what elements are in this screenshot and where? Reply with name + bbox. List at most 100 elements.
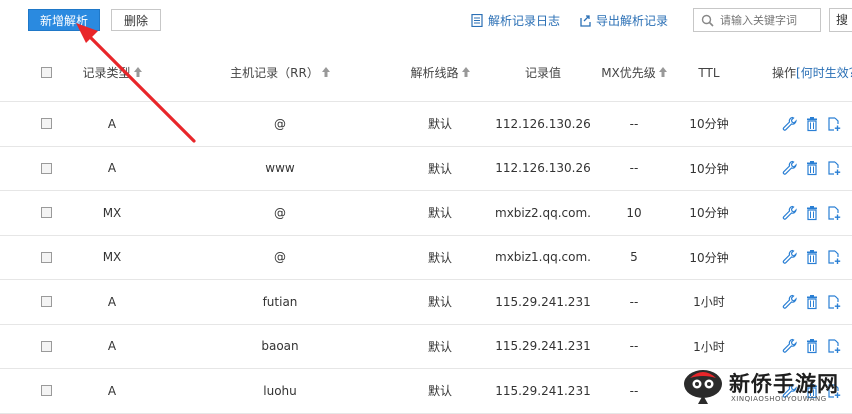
copy-add-icon[interactable] — [826, 116, 842, 132]
cell-resolve-line: 默认 — [427, 117, 452, 132]
header-record-type[interactable]: 记录类型 — [72, 44, 152, 101]
row-checkbox-cell — [30, 191, 62, 235]
wrench-icon[interactable] — [782, 249, 798, 265]
cell-operations — [766, 191, 852, 235]
copy-add-icon[interactable] — [826, 294, 842, 310]
cell-record-value: mxbiz1.qq.com. — [495, 250, 591, 265]
header-resolve-line[interactable]: 解析线路 — [395, 44, 485, 101]
watermark-title: 新侨手游网 — [729, 372, 839, 396]
cell-resolve-line: 默认 — [427, 384, 452, 399]
sort-arrow-icon — [133, 66, 142, 80]
cell-resolve-line: 默认 — [427, 339, 452, 354]
cell-resolve-line: 默认 — [427, 206, 452, 221]
add-record-button[interactable]: 新增解析 — [28, 9, 100, 31]
header-record-value: 记录值 — [524, 66, 561, 80]
trash-icon[interactable] — [804, 294, 820, 310]
cell-host-record: @ — [274, 116, 286, 131]
copy-add-icon[interactable] — [826, 205, 842, 221]
cell-mx-priority: -- — [629, 161, 639, 176]
wrench-icon[interactable] — [782, 160, 798, 176]
watermark-logo-icon — [681, 364, 725, 409]
trash-icon[interactable] — [804, 205, 820, 221]
wrench-icon[interactable] — [782, 205, 798, 221]
trash-icon[interactable] — [804, 249, 820, 265]
cell-record-value: 115.29.241.231 — [495, 383, 591, 398]
cell-host-record: luohu — [263, 383, 297, 398]
record-log-link[interactable]: 解析记录日志 — [471, 12, 560, 30]
record-log-label: 解析记录日志 — [488, 14, 561, 28]
sort-arrow-icon — [658, 66, 667, 80]
row-checkbox[interactable] — [40, 118, 52, 130]
cell-resolve-line: 默认 — [427, 295, 452, 310]
cell-record-type: MX — [102, 205, 122, 220]
wrench-icon[interactable] — [782, 116, 798, 132]
cell-host-record: @ — [274, 250, 286, 265]
cell-mx-priority: -- — [629, 294, 639, 309]
cell-host-record: @ — [274, 205, 286, 220]
row-checkbox[interactable] — [40, 385, 52, 397]
dns-records-table: 记录类型 主机记录（RR） 解析线路 记录值 MX优先级 TTL 操作 [何时生效… — [0, 44, 852, 414]
row-checkbox-cell — [30, 280, 62, 324]
row-checkbox[interactable] — [40, 251, 52, 263]
cell-resolve-line: 默认 — [427, 161, 452, 176]
header-ttl: TTL — [698, 65, 720, 80]
cell-operations — [766, 147, 852, 191]
cell-mx-priority: -- — [629, 116, 639, 131]
cell-operations — [766, 280, 852, 324]
copy-add-icon[interactable] — [826, 249, 842, 265]
cell-host-record: baoan — [261, 339, 299, 354]
search-icon — [701, 14, 714, 30]
sort-arrow-icon — [461, 66, 470, 80]
cell-record-type: MX — [102, 250, 122, 265]
cell-record-type: A — [107, 383, 117, 398]
row-checkbox[interactable] — [40, 162, 52, 174]
row-checkbox[interactable] — [40, 207, 52, 219]
trash-icon[interactable] — [804, 116, 820, 132]
copy-add-icon[interactable] — [826, 160, 842, 176]
table-row: Afutian 默认 115.29.241.231 -- 1小时 — [0, 280, 852, 325]
row-checkbox-cell — [30, 369, 62, 413]
cell-mx-priority: -- — [629, 383, 639, 398]
row-checkbox[interactable] — [40, 340, 52, 352]
select-all-checkbox[interactable] — [40, 67, 52, 78]
header-mx-priority[interactable]: MX优先级 — [594, 44, 674, 101]
wrench-icon[interactable] — [782, 338, 798, 354]
cell-host-record: www — [265, 161, 295, 176]
cell-ttl: 1小时 — [693, 295, 725, 310]
header-host-record[interactable]: 主机记录（RR） — [200, 44, 360, 101]
watermark: 新侨手游网 XINQIAOSHOUYOUWANG — [677, 362, 852, 407]
cell-record-value: 115.29.241.231 — [495, 339, 591, 354]
row-checkbox-cell — [30, 236, 62, 280]
row-checkbox[interactable] — [40, 296, 52, 308]
cell-ttl: 10分钟 — [689, 161, 729, 176]
export-records-label: 导出解析记录 — [596, 14, 669, 28]
table-row: Awww 默认 112.126.130.26 -- 10分钟 — [0, 147, 852, 191]
log-list-icon — [471, 13, 484, 30]
cell-record-type: A — [107, 294, 117, 309]
sort-arrow-icon — [321, 66, 330, 80]
search-button[interactable]: 搜 — [829, 8, 852, 32]
cell-operations — [766, 236, 852, 280]
cell-ttl: 10分钟 — [689, 250, 729, 265]
select-all-cell — [30, 44, 62, 101]
table-header-row: 记录类型 主机记录（RR） 解析线路 记录值 MX优先级 TTL 操作 [何时生效… — [0, 44, 852, 102]
delete-button[interactable]: 删除 — [111, 9, 161, 31]
watermark-subtitle: XINQIAOSHOUYOUWANG — [731, 395, 827, 403]
cell-record-value: mxbiz2.qq.com. — [495, 205, 591, 220]
trash-icon[interactable] — [804, 160, 820, 176]
cell-mx-priority: 10 — [626, 205, 642, 220]
search-input[interactable] — [720, 12, 816, 28]
cell-record-value: 112.126.130.26 — [495, 161, 591, 176]
wrench-icon[interactable] — [782, 294, 798, 310]
copy-add-icon[interactable] — [826, 338, 842, 354]
cell-ttl: 10分钟 — [689, 206, 729, 221]
when-effective-link[interactable]: [何时生效？ — [796, 64, 852, 81]
table-row: A @ 默认 112.126.130.26 -- 10分钟 — [0, 102, 852, 147]
cell-mx-priority: -- — [629, 339, 639, 354]
cell-resolve-line: 默认 — [427, 250, 452, 265]
row-checkbox-cell — [30, 102, 62, 146]
cell-record-type: A — [107, 339, 117, 354]
export-records-link[interactable]: 导出解析记录 — [579, 12, 668, 30]
trash-icon[interactable] — [804, 338, 820, 354]
cell-host-record: futian — [262, 294, 298, 309]
